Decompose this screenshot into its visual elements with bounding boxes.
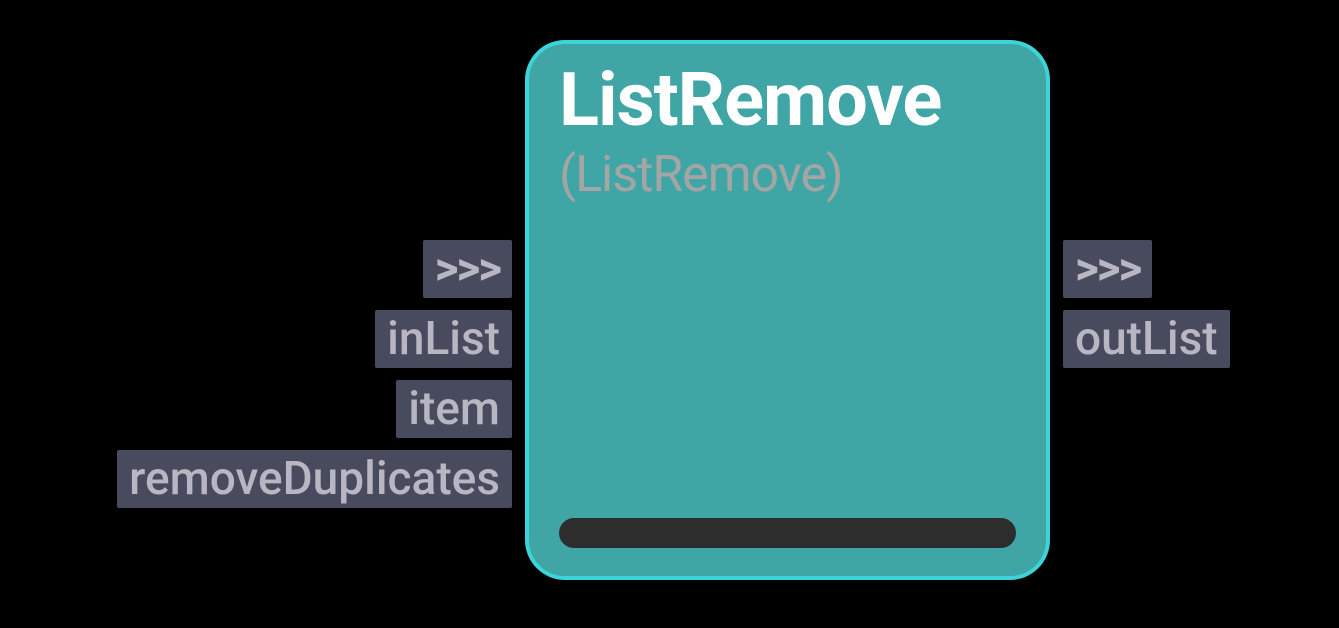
node-bottom-bar (559, 518, 1016, 548)
input-ports: >>> inList item removeDuplicates (117, 240, 512, 508)
node-subtitle: (ListRemove) (559, 146, 1016, 204)
node-container: ListRemove (ListRemove) (525, 40, 1050, 580)
node-title: ListRemove (559, 64, 1016, 138)
output-port-outlist[interactable]: outList (1063, 310, 1230, 368)
input-port-inlist[interactable]: inList (375, 310, 512, 368)
output-exec-port[interactable]: >>> (1063, 240, 1152, 298)
input-exec-port[interactable]: >>> (423, 240, 512, 298)
input-port-item[interactable]: item (396, 380, 512, 438)
node-box[interactable]: ListRemove (ListRemove) (525, 40, 1050, 580)
input-port-removeduplicates[interactable]: removeDuplicates (117, 450, 512, 508)
output-ports: >>> outList (1063, 240, 1230, 368)
